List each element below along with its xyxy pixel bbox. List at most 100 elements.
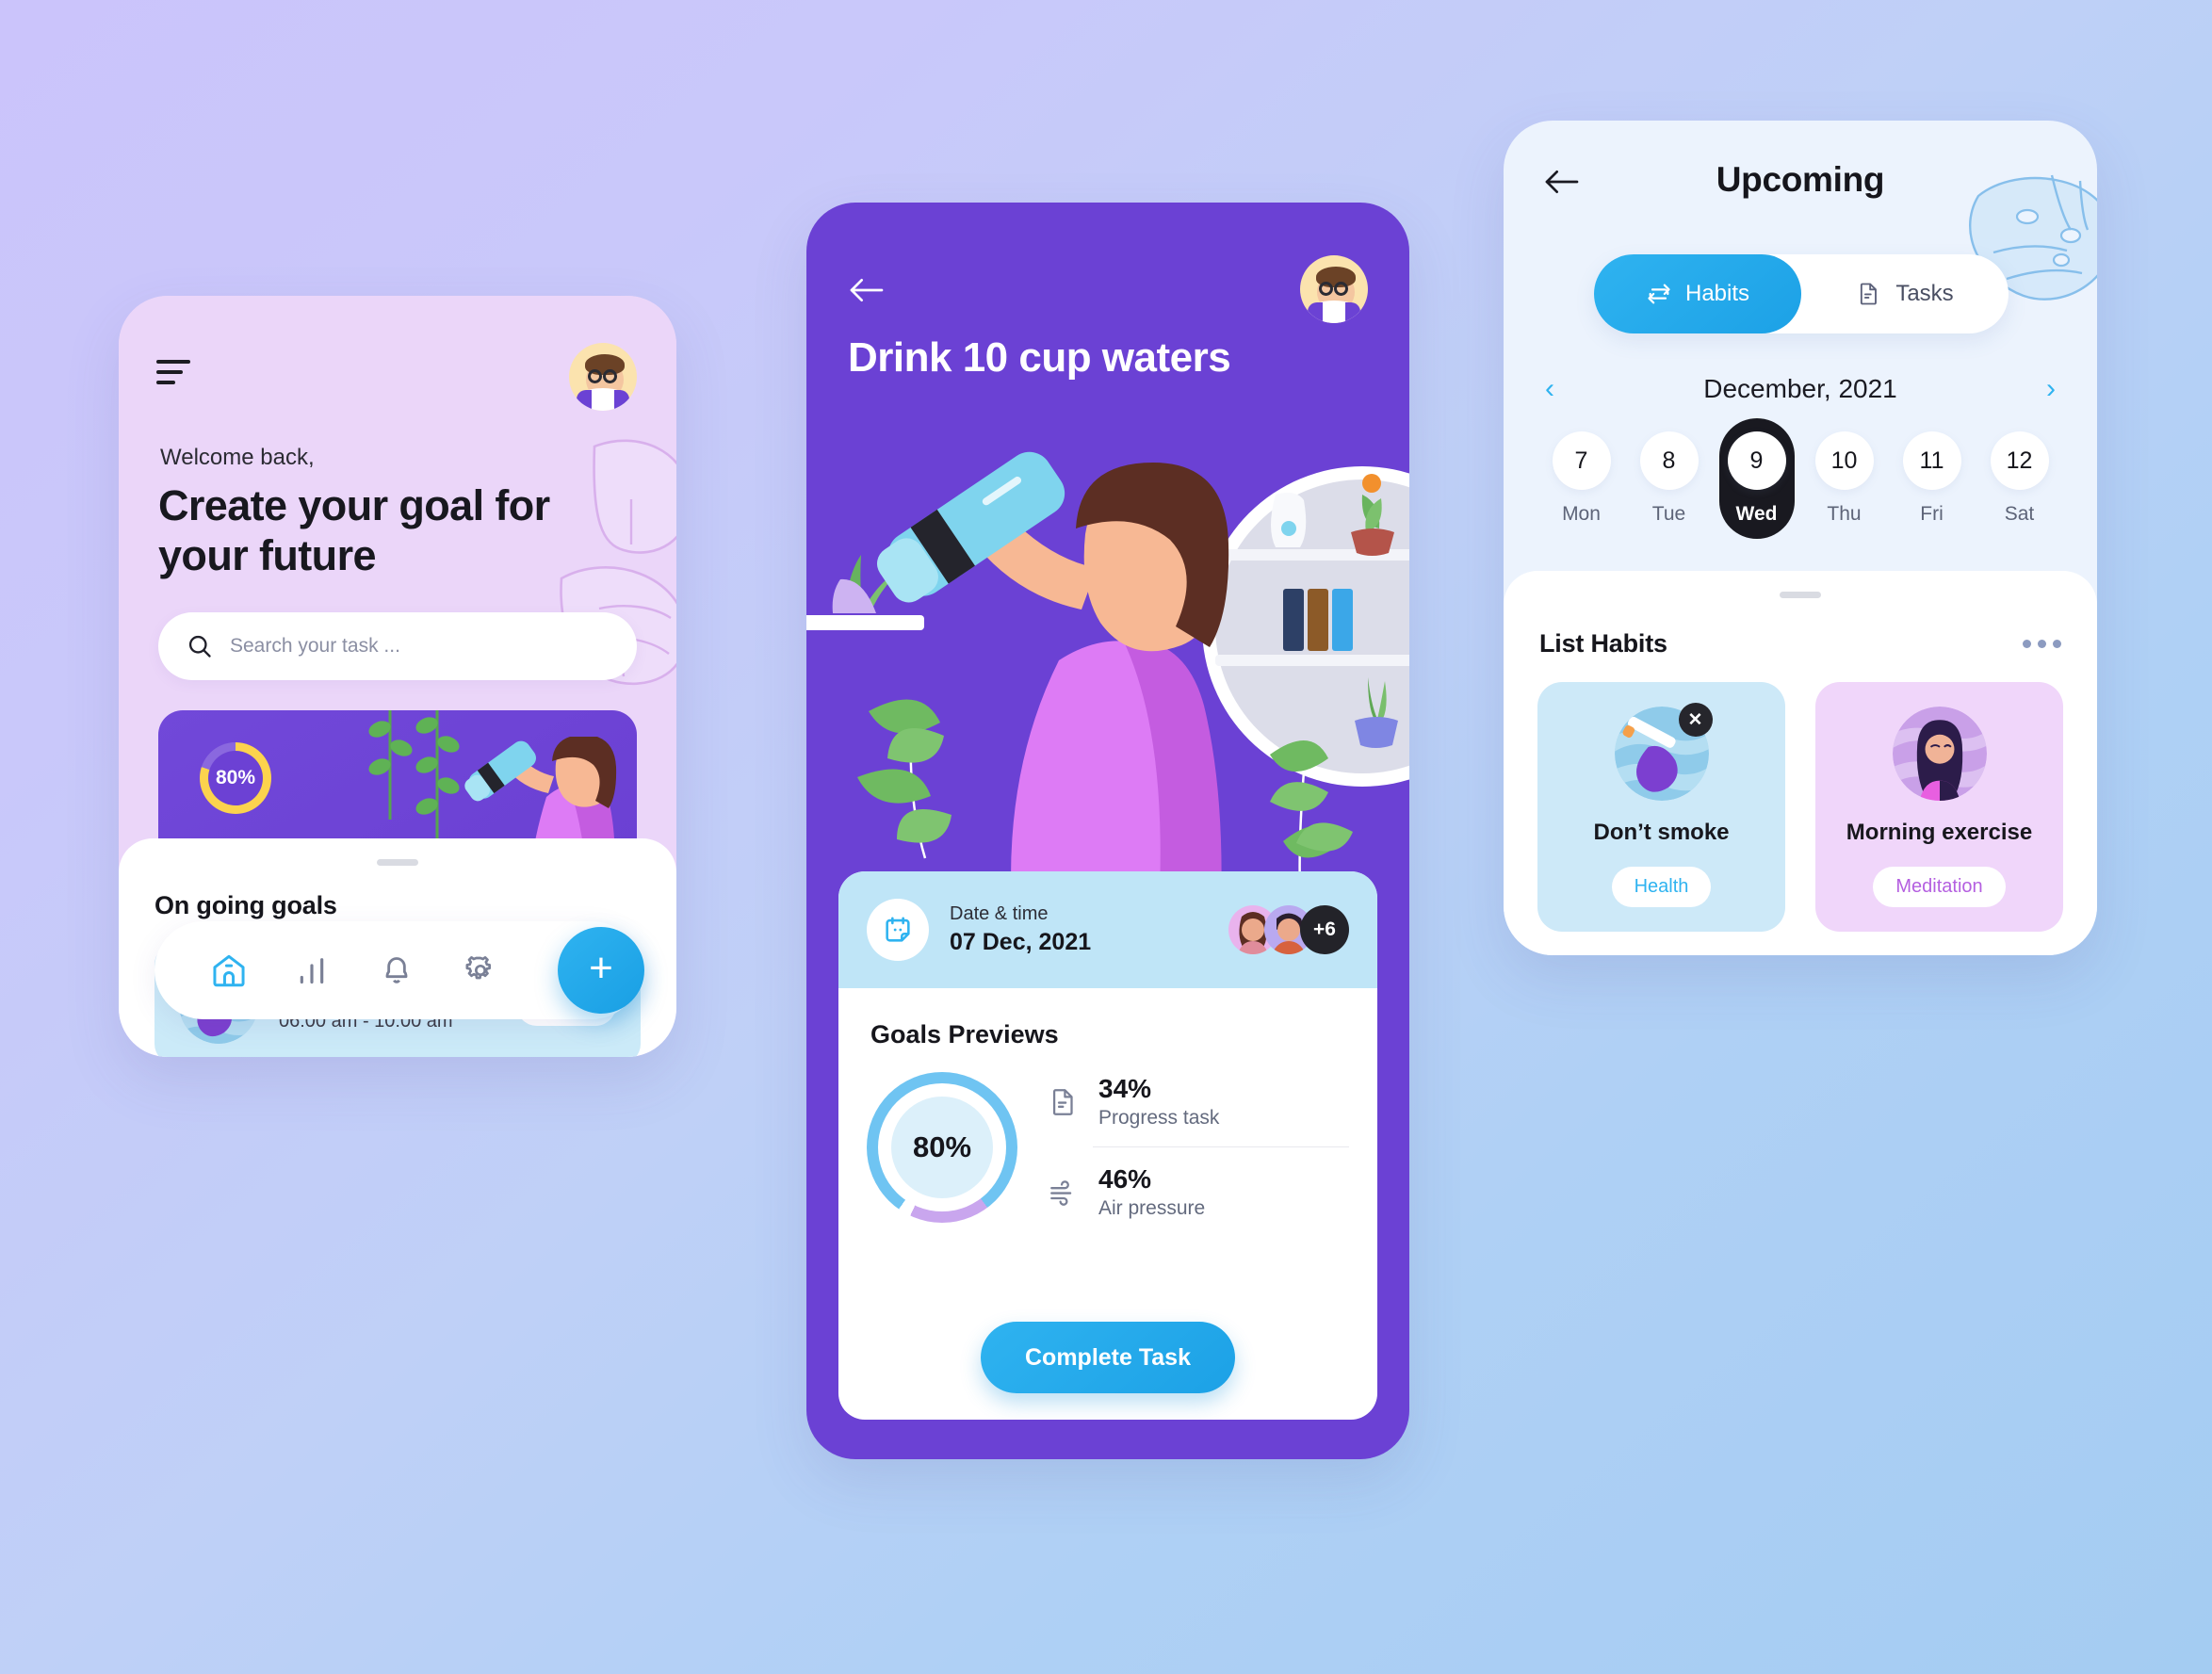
day-cell[interactable]: 11 Fri [1888,431,1976,554]
tab-label: Tasks [1895,281,1954,306]
date-time-band: Date & time 07 Dec, 2021 +6 [838,871,1377,988]
bottom-navigation: + [155,921,644,1019]
calendar-icon [886,917,910,942]
status-badge: Meditation [1873,867,2006,907]
month-label: December, 2021 [1703,374,1897,403]
status-badge: Health [1611,867,1712,907]
habits-grid: ✕ Don’t smoke Health Morning exercise Me… [1537,682,2063,955]
avatar[interactable] [1300,255,1368,323]
day-number: 7 [1552,431,1611,490]
previews-title: Goals Previews [870,1020,1059,1048]
add-button[interactable]: + [558,927,644,1014]
habit-name: Morning exercise [1846,820,2033,845]
phone3-header: Upcoming Habits Tasks [1504,121,2097,347]
home-icon [212,954,245,987]
page-title: Create your goal for your future [158,481,550,580]
stat-label: Air pressure [1098,1197,1206,1219]
habit-card[interactable]: ✕ Don’t smoke Health [1537,682,1785,932]
habit-name: Don’t smoke [1593,820,1730,845]
extra-members-badge[interactable]: +6 [1300,905,1349,954]
day-name: Wed [1735,503,1778,525]
date-time-label: Date & time [950,903,1049,924]
more-horizontal-icon[interactable] [2023,640,2061,648]
day-number: 11 [1902,431,1961,490]
stat-value: 46% [1098,1164,1152,1194]
habits-sheet: List Habits ✕ Don’t smoke Health Morning… [1504,571,2097,955]
gear-icon [465,956,491,980]
day-number: 9 [1727,431,1786,490]
progress-donut: 80% [867,1071,1017,1223]
stat-label: Progress task [1098,1107,1220,1129]
phone1-topbar [119,343,676,411]
tab-tasks[interactable]: Tasks [1801,254,2009,333]
day-cell[interactable]: 10 Thu [1800,431,1888,554]
day-name: Sat [2004,503,2035,525]
document-icon [1052,1088,1073,1115]
member-avatars[interactable]: +6 [1228,905,1349,954]
stat-progress-task: 34% Progress task [1048,1065,1349,1139]
progress-ring: 80% [200,742,271,814]
day-cell-selected[interactable]: 9 Wed [1713,418,1800,554]
section-title: On going goals [155,891,337,919]
repeat-icon [1648,284,1670,304]
date-time-text: Date & time 07 Dec, 2021 [950,903,1091,956]
day-number: 12 [1990,431,2049,490]
plus-icon: + [589,944,613,991]
habit-thumbnail [1892,707,1987,801]
document-icon [1861,283,1878,305]
nav-notifications[interactable] [354,951,438,989]
avatar[interactable] [569,343,637,411]
day-cell[interactable]: 7 Mon [1537,431,1625,554]
tab-label: Habits [1684,281,1750,306]
stats-list: 34% Progress task 46% Air pressure [1027,1065,1349,1229]
arrow-left-icon [850,279,884,301]
stat-value: 34% [1098,1074,1152,1103]
wind-icon [1050,1179,1072,1206]
nav-stats[interactable] [270,951,354,989]
previews-body: 80% 34% Progress task 46% Air pressure [838,1049,1377,1229]
tab-group: Habits Tasks [1594,254,2009,333]
close-icon[interactable]: ✕ [1678,703,1713,737]
date-time-value: 07 Dec, 2021 [950,929,1092,955]
donut-value: 80% [912,1130,972,1163]
day-name: Mon [1562,503,1601,525]
progress-value: 80% [215,767,256,788]
day-number: 8 [1639,431,1699,490]
chevron-left-icon[interactable]: ‹ [1545,375,1554,403]
stat-air-pressure: 46% Air pressure [1048,1155,1349,1229]
sheet-grabber[interactable] [1780,592,1821,598]
drinking-water-illustration [806,451,1409,909]
habit-card[interactable]: Morning exercise Meditation [1815,682,2063,932]
day-name: Thu [1827,503,1862,525]
page-title: Drink 10 cup waters [848,334,1231,381]
divider [1093,1146,1349,1147]
month-navigator: ‹ December, 2021 › [1504,367,2097,411]
goal-detail-card: Date & time 07 Dec, 2021 +6 Goals Previe… [838,871,1377,1420]
tab-habits[interactable]: Habits [1594,254,1801,333]
ongoing-goals-sheet: On going goals ✕ Don’t smoke 06 [119,838,676,1057]
calendar-icon-wrapper [867,899,929,961]
habit-thumbnail: ✕ [1614,703,1713,801]
nav-settings[interactable] [438,951,522,989]
day-cell[interactable]: 8 Tue [1625,431,1713,554]
back-button[interactable] [848,274,886,311]
complete-task-button[interactable]: Complete Task [981,1322,1235,1393]
search-placeholder: Search your task ... [230,635,400,657]
day-strip: 7 Mon 8 Tue 9 Wed 10 Thu 11 Fri 12 Sat [1504,418,2097,554]
menu-icon[interactable] [156,360,190,384]
list-habits-header: List Habits [1539,629,2061,658]
stats-bar-chart-icon [300,958,323,984]
day-name: Fri [1920,503,1944,525]
chevron-right-icon[interactable]: › [2046,375,2056,403]
welcome-text: Welcome back, [160,445,315,470]
sheet-grabber[interactable] [377,859,418,866]
section-title: List Habits [1539,629,1667,658]
day-cell[interactable]: 12 Sat [1976,431,2063,554]
nav-home[interactable] [187,951,270,990]
meditation-icon [1892,707,1987,801]
phone-goal-detail-screen: Drink 10 cup waters Date & time 07 Dec, … [806,203,1409,1459]
phone-dashboard-screen: Welcome back, Create your goal for your … [119,296,676,1057]
phone-upcoming-screen: Upcoming Habits Tasks ‹ December, 2021 ›… [1504,121,2097,955]
search-input[interactable]: Search your task ... [158,612,637,680]
bell-icon [385,957,407,983]
